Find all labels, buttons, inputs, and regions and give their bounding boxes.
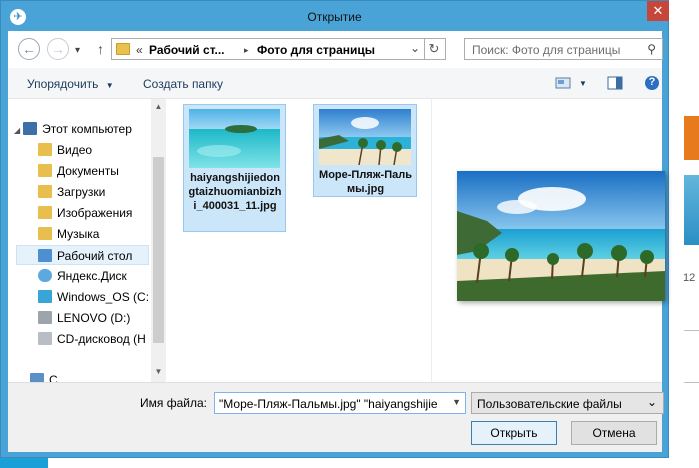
sidebar-item-cd-drive[interactable]: CD-дисковод (Н (38, 329, 146, 349)
yandex-disk-icon (38, 269, 52, 282)
filetype-dropdown-icon: ⌄ (646, 395, 657, 409)
scroll-up-icon[interactable]: ▲ (151, 102, 166, 111)
sidebar-item-label: Видео (57, 143, 93, 157)
organize-label: Упорядочить (27, 77, 99, 91)
close-button[interactable]: ✕ (647, 1, 669, 21)
command-toolbar: Упорядочить ▼ Создать папку ▼ ? (8, 68, 662, 99)
open-button[interactable]: Открыть (471, 421, 557, 445)
sidebar-item-video[interactable]: Видео (38, 140, 92, 160)
sidebar-item-label: Windows_OS (C: (57, 290, 150, 304)
preview-pane (431, 99, 665, 382)
sidebar-item-label: Документы (57, 164, 119, 178)
dialog-body: ← → ▾ ↑ « Рабочий ст... ▸ Фото для стран… (8, 31, 665, 452)
filetype-value: Пользовательские файлы (477, 397, 622, 411)
organize-button[interactable]: Упорядочить ▼ (27, 77, 114, 91)
open-file-dialog: ✈ Открытие ✕ ← → ▾ ↑ « Рабочий ст... ▸ Ф… (0, 0, 669, 458)
sidebar-item-label: Рабочий стол (57, 249, 133, 263)
sidebar-item-label: Загрузки (57, 185, 106, 199)
breadcrumb-item-photos[interactable]: Фото для страницы (257, 43, 375, 57)
drive-d-icon (38, 311, 52, 324)
address-bar[interactable]: « Рабочий ст... ▸ Фото для страницы ⌄ (111, 38, 425, 60)
background-orange-strip (684, 116, 699, 160)
breadcrumb-item-desktop[interactable]: Рабочий ст... (149, 43, 225, 57)
sidebar-scrollbar[interactable]: ▲ ▼ (151, 99, 166, 382)
sidebar-item-label: Изображения (57, 206, 133, 220)
background-divider (684, 330, 699, 331)
organize-arrow-icon: ▼ (105, 81, 114, 90)
filename-value: "Море-Пляж-Пальмы.jpg" "haiyangshijie (219, 397, 438, 411)
preview-pane-icon[interactable] (607, 75, 623, 91)
view-mode-icon[interactable] (555, 75, 571, 91)
sidebar-item-drive-d[interactable]: LENOVO (D:) (38, 308, 130, 328)
help-icon[interactable]: ? (644, 75, 660, 91)
refresh-button[interactable]: ↻ (423, 38, 446, 60)
sidebar-item-documents[interactable]: Документы (38, 161, 119, 181)
navigation-pane: ◢ Этот компьютер Видео Документы Загрузки… (8, 99, 166, 382)
cancel-button[interactable]: Отмена (571, 421, 657, 445)
music-folder-icon (38, 227, 52, 240)
folder-icon (116, 43, 130, 55)
view-options-arrow-icon[interactable]: ▼ (579, 79, 587, 88)
address-dropdown-icon[interactable]: ⌄ (410, 41, 420, 55)
collapse-arrow-icon[interactable]: ◢ (14, 126, 20, 135)
file-list: haiyangshijiedongtaizhuomianbizhi_400031… (166, 99, 431, 382)
video-folder-icon (38, 143, 52, 156)
title-bar[interactable]: ✈ Открытие ✕ (1, 1, 669, 31)
search-icon[interactable]: ⚲ (647, 42, 656, 56)
image-preview (457, 171, 665, 301)
background-text: 12 (683, 272, 696, 284)
sidebar-item-network[interactable]: С... (30, 370, 68, 382)
scroll-down-icon[interactable]: ▼ (151, 367, 166, 376)
new-folder-button[interactable]: Создать папку (143, 77, 223, 91)
file-name: Море-Пляж-Пальмы.jpg (319, 169, 412, 195)
pictures-folder-icon (38, 206, 52, 219)
sidebar-item-label: CD-дисковод (Н (57, 332, 146, 346)
sidebar-item-downloads[interactable]: Загрузки (38, 182, 105, 202)
sidebar-item-drive-c[interactable]: Windows_OS (C: (38, 287, 149, 307)
forward-button[interactable]: → (47, 38, 69, 60)
window-title: Открытие (307, 10, 362, 24)
computer-icon (23, 122, 38, 135)
back-button[interactable]: ← (18, 38, 40, 60)
recent-locations-arrow-icon[interactable]: ▾ (75, 45, 80, 56)
search-placeholder: Поиск: Фото для страницы (472, 43, 621, 57)
file-item[interactable]: haiyangshijiedongtaizhuomianbizhi_400031… (183, 104, 286, 232)
sidebar-item-label: Музыка (57, 227, 100, 241)
search-input[interactable]: Поиск: Фото для страницы ⚲ (464, 38, 663, 60)
documents-folder-icon (38, 164, 52, 177)
downloads-folder-icon (38, 185, 52, 198)
breadcrumb-overflow[interactable]: « (136, 43, 143, 57)
taskbar-strip (0, 458, 48, 468)
filename-input[interactable]: "Море-Пляж-Пальмы.jpg" "haiyangshijie ▼ (214, 392, 466, 414)
sidebar-item-label: С... (49, 373, 68, 382)
sidebar-item-pictures[interactable]: Изображения (38, 203, 132, 223)
help-glyph: ? (648, 76, 656, 88)
sidebar-item-label: LENOVO (D:) (57, 311, 131, 325)
cd-drive-icon (38, 332, 52, 345)
filetype-select[interactable]: Пользовательские файлы ⌄ (471, 392, 664, 414)
navigation-bar: ← → ▾ ↑ « Рабочий ст... ▸ Фото для стран… (8, 31, 663, 67)
sidebar-item-label: Этот компьютер (42, 122, 132, 136)
file-name: haiyangshijiedongtaizhuomianbizhi_400031… (188, 172, 282, 212)
file-thumbnail (319, 109, 411, 166)
file-item[interactable]: Море-Пляж-Пальмы.jpg (313, 104, 417, 197)
sidebar-item-desktop[interactable]: Рабочий стол (16, 245, 149, 265)
background-divider (684, 382, 699, 383)
file-thumbnail (189, 109, 280, 168)
filename-dropdown-icon[interactable]: ▼ (452, 397, 461, 407)
breadcrumb-separator-icon[interactable]: ▸ (244, 45, 249, 56)
network-icon (30, 373, 44, 382)
file-name-bar: Имя файла: "Море-Пляж-Пальмы.jpg" "haiya… (8, 382, 664, 452)
filename-label: Имя файла: (140, 396, 207, 410)
scrollbar-thumb[interactable] (153, 157, 164, 343)
sidebar-item-music[interactable]: Музыка (38, 224, 99, 244)
background-image-strip (684, 175, 699, 245)
sidebar-item-this-pc[interactable]: ◢ Этот компьютер (14, 119, 132, 139)
drive-c-icon (38, 290, 52, 303)
desktop-folder-icon (38, 249, 52, 262)
sidebar-item-label: Яндекс.Диск (57, 269, 127, 283)
sidebar-item-yandex-disk[interactable]: Яндекс.Диск (38, 266, 127, 286)
up-button[interactable]: ↑ (97, 41, 104, 57)
